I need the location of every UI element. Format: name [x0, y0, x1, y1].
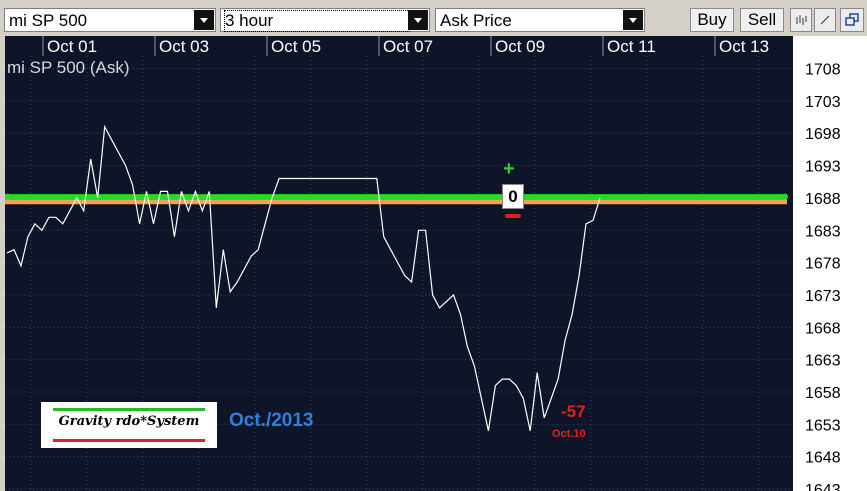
- annotation-date: Oct.10: [552, 428, 586, 440]
- price-axis-label: 1643: [805, 482, 841, 491]
- chevron-down-icon[interactable]: [194, 10, 214, 30]
- buy-button[interactable]: Buy: [690, 8, 734, 32]
- timeframe-select[interactable]: 3 hour: [220, 8, 430, 32]
- price-axis-label: 1663: [805, 353, 841, 370]
- date-axis-label: Oct 07: [383, 37, 433, 56]
- price-axis-label: 1693: [805, 159, 841, 176]
- price-axis-label: 1668: [805, 320, 841, 337]
- chart-instrument-label: mi SP 500 (Ask): [7, 58, 130, 77]
- plus-marker[interactable]: +: [503, 159, 515, 179]
- timeframe-select-value: 3 hour: [224, 10, 410, 32]
- price-axis-label: 1703: [805, 94, 841, 111]
- price-axis-label: 1658: [805, 385, 841, 402]
- price-type-select[interactable]: Ask Price: [435, 8, 645, 32]
- date-axis-label: Oct 01: [47, 37, 97, 56]
- logo-text: Gravity rdo*System: [58, 414, 200, 429]
- offset-value-box[interactable]: 0: [502, 184, 524, 209]
- bar-chart-mode-button[interactable]: [790, 8, 812, 32]
- line-chart-mode-button[interactable]: [814, 8, 836, 32]
- price-type-select-value: Ask Price: [440, 11, 512, 30]
- logo-red-bar: [53, 439, 205, 442]
- annotation-value: -57: [561, 402, 586, 421]
- price-axis-label: 1688: [805, 191, 841, 208]
- price-axis-label: 1683: [805, 223, 841, 240]
- price-chart[interactable]: Oct 01 Oct 03 Oct 05 Oct 07 Oct 09 Oct 11 Oct …: [5, 36, 867, 491]
- window-restore-icon: [845, 13, 859, 26]
- bar-chart-icon: [796, 15, 807, 25]
- price-axis-label: 1678: [805, 256, 841, 273]
- minus-marker[interactable]: [505, 214, 521, 218]
- date-axis-label: Oct 11: [607, 37, 656, 56]
- date-axis-label: Oct 09: [495, 37, 545, 56]
- window-restore-button[interactable]: [840, 8, 864, 32]
- toolbar: mi SP 500 3 hour Ask Price Buy Sell: [0, 0, 867, 36]
- price-axis-label: 1673: [805, 288, 841, 305]
- period-label: Oct./2013: [229, 410, 314, 431]
- instrument-select[interactable]: mi SP 500: [4, 8, 216, 32]
- price-axis-label: 1708: [805, 62, 841, 79]
- line-chart-icon: [820, 15, 830, 25]
- price-axis-label: 1698: [805, 126, 841, 143]
- sell-button[interactable]: Sell: [740, 8, 784, 32]
- date-axis-label: Oct 13: [719, 37, 769, 56]
- date-axis-label: Oct 03: [159, 37, 209, 56]
- price-axis-label: 1648: [805, 450, 841, 467]
- reference-line-handle: [5, 193, 11, 200]
- chevron-down-icon[interactable]: [623, 10, 643, 30]
- gravity-logo: Gravity rdo*System: [41, 402, 217, 448]
- chevron-down-icon[interactable]: [408, 10, 428, 30]
- reference-line-handle: [782, 193, 788, 200]
- date-axis-label: Oct 05: [271, 37, 321, 56]
- logo-green-bar: [53, 408, 205, 411]
- instrument-select-value: mi SP 500: [9, 11, 88, 30]
- price-axis-label: 1653: [805, 417, 841, 434]
